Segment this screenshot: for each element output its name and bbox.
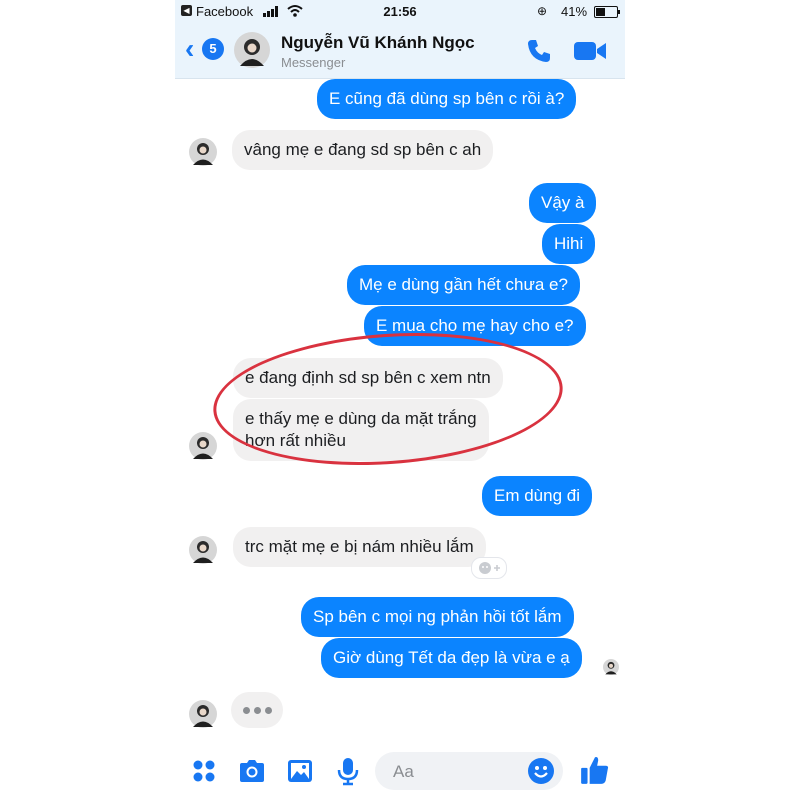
gallery-icon[interactable] — [285, 756, 315, 786]
thumbs-up-icon[interactable] — [579, 754, 611, 786]
message-bubble[interactable]: Hihi — [542, 224, 596, 264]
battery-icon — [594, 6, 620, 18]
conversation-header: ‹ 5 Nguyễn Vũ Khánh Ngọc Messenger — [175, 24, 625, 79]
avatar — [189, 138, 217, 166]
battery-percent: 41% — [561, 4, 588, 19]
status-time: 21:56 — [383, 4, 417, 19]
back-button[interactable]: ‹ 5 — [185, 33, 225, 64]
add-reaction-icon — [479, 562, 500, 574]
message-bubble[interactable]: trc mặt mẹ e bị nám nhiều lắm — [233, 527, 486, 567]
phone-icon[interactable] — [525, 37, 553, 65]
microphone-icon[interactable] — [333, 756, 363, 786]
message-bubble[interactable]: Mẹ e dùng gần hết chưa e? — [347, 265, 580, 305]
unread-count-badge: 5 — [202, 38, 224, 60]
message-input-placeholder: Aa — [393, 762, 414, 781]
message-bubble[interactable]: E cũng đã dùng sp bên c rồi à? — [317, 79, 577, 119]
video-camera-icon[interactable] — [573, 38, 607, 64]
back-chevron-icon: ‹ — [185, 33, 195, 64]
avatar — [189, 536, 217, 564]
message-bubble[interactable]: Vậy à — [529, 183, 597, 223]
rotation-lock-icon: ⊕ — [537, 4, 548, 18]
add-reaction-button[interactable] — [471, 557, 507, 579]
composer-bar: Aa — [175, 740, 625, 800]
phone-screen: ◀ Facebook 21:56 ⊕ 41% ‹ 5 Nguyễn Vũ Khá… — [175, 0, 625, 800]
avatar[interactable] — [234, 32, 270, 68]
emoji-icon[interactable] — [527, 757, 555, 785]
message-bubble[interactable]: Em dùng đi — [482, 476, 592, 516]
seen-avatar — [603, 659, 619, 675]
avatar — [189, 700, 217, 728]
message-input[interactable]: Aa — [375, 752, 563, 790]
avatar — [189, 432, 217, 460]
apps-grid-icon[interactable] — [189, 756, 219, 786]
camera-icon[interactable] — [237, 756, 267, 786]
message-bubble[interactable]: Sp bên c mọi ng phản hồi tốt lắm — [301, 597, 574, 637]
contact-subtitle: Messenger — [281, 55, 346, 70]
status-bar: ◀ Facebook 21:56 ⊕ 41% — [175, 0, 625, 24]
typing-indicator — [231, 692, 283, 728]
message-bubble[interactable]: Giờ dùng Tết da đẹp là vừa e ạ — [321, 638, 582, 678]
message-bubble[interactable]: vâng mẹ e đang sd sp bên c ah — [232, 130, 494, 170]
contact-name[interactable]: Nguyễn Vũ Khánh Ngọc — [281, 33, 475, 53]
